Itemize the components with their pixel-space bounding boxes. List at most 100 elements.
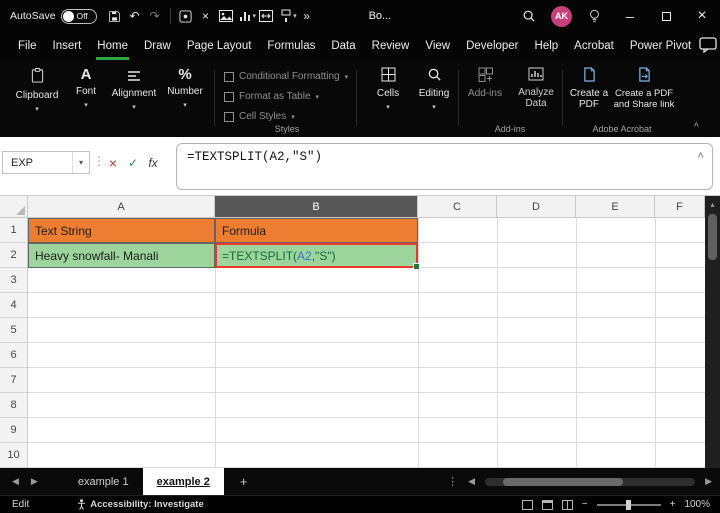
tab-help[interactable]: Help xyxy=(527,32,567,60)
tab-acrobat[interactable]: Acrobat xyxy=(566,32,622,60)
row-header-2[interactable]: 2 xyxy=(0,243,28,268)
page-layout-view-icon[interactable] xyxy=(541,499,553,510)
collapse-ribbon-icon[interactable]: ^ xyxy=(694,122,699,133)
accessibility-checker[interactable]: Accessibility: Investigate xyxy=(77,499,204,510)
insert-function-icon[interactable]: fx xyxy=(144,153,162,173)
cell-a1[interactable]: Text String xyxy=(28,218,215,243)
column-header-c[interactable]: C xyxy=(418,196,497,218)
alignment-icon xyxy=(127,67,141,85)
horizontal-scroll-thumb[interactable] xyxy=(503,477,624,486)
row-header-9[interactable]: 9 xyxy=(0,418,28,443)
autosave-toggle[interactable]: Off xyxy=(60,8,97,24)
add-ins-button[interactable]: Add-ins xyxy=(462,67,508,99)
picture-icon[interactable] xyxy=(216,5,236,27)
font-group-button[interactable]: A Font ▾ xyxy=(66,67,106,111)
comments-icon[interactable] xyxy=(699,36,717,56)
column-header-f[interactable]: F xyxy=(655,196,705,218)
create-pdf-button[interactable]: Create a PDF xyxy=(566,67,612,110)
column-header-a[interactable]: A xyxy=(28,196,215,218)
zoom-slider[interactable] xyxy=(596,499,661,510)
tab-draw[interactable]: Draw xyxy=(136,32,179,60)
tab-data[interactable]: Data xyxy=(323,32,363,60)
cancel-entry-icon[interactable]: × xyxy=(104,153,122,173)
merge-center-icon[interactable] xyxy=(256,5,276,27)
tab-page-layout[interactable]: Page Layout xyxy=(179,32,260,60)
cell-a2[interactable]: Heavy snowfall- Manali xyxy=(28,243,215,268)
sheet-tab-example-1[interactable]: example 1 xyxy=(64,468,143,495)
row-header-5[interactable]: 5 xyxy=(0,318,28,343)
sheet-tab-example-2[interactable]: example 2 xyxy=(142,468,224,495)
analyze-data-button[interactable]: Analyze Data xyxy=(510,67,562,109)
column-header-e[interactable]: E xyxy=(576,196,655,218)
clipboard-group-button[interactable]: Clipboard ▾ xyxy=(12,67,62,115)
cell-styles-button[interactable]: Cell Styles ▾ xyxy=(224,109,295,124)
document-title[interactable]: Bo... xyxy=(369,10,392,22)
redo-icon[interactable]: ↷ xyxy=(145,5,165,27)
column-header-b[interactable]: B xyxy=(215,196,418,218)
create-pdf-share-button[interactable]: Create a PDF and Share link xyxy=(612,67,676,110)
touch-mode-icon[interactable] xyxy=(176,5,196,27)
tab-developer[interactable]: Developer xyxy=(458,32,526,60)
new-sheet-icon[interactable]: + xyxy=(240,474,248,489)
more-commands-icon[interactable]: » xyxy=(297,5,317,27)
horizontal-scrollbar[interactable] xyxy=(485,477,696,486)
tab-insert[interactable]: Insert xyxy=(45,32,90,60)
row-header-1[interactable]: 1 xyxy=(0,218,28,243)
vertical-scrollbar[interactable]: ▴ xyxy=(705,196,720,468)
format-as-table-button[interactable]: Format as Table ▾ xyxy=(224,89,319,104)
row-header-8[interactable]: 8 xyxy=(0,393,28,418)
delete-cells-icon[interactable]: × xyxy=(196,5,216,27)
zoom-level[interactable]: 100% xyxy=(684,499,710,510)
confirm-entry-icon[interactable]: ✓ xyxy=(124,153,142,173)
cell-styles-label: Cell Styles xyxy=(239,111,287,122)
editing-group-button[interactable]: Editing ▾ xyxy=(412,67,456,113)
tab-file[interactable]: File xyxy=(10,32,45,60)
formula-input[interactable]: =TEXTSPLIT(A2,"S") ^ xyxy=(176,143,713,190)
cells-group-button[interactable]: Cells ▾ xyxy=(366,67,410,113)
tab-view[interactable]: View xyxy=(417,32,458,60)
zoom-in-icon[interactable]: + xyxy=(670,499,676,510)
sheet-nav-right-icon[interactable]: ▶ xyxy=(31,476,38,487)
column-header-d[interactable]: D xyxy=(497,196,576,218)
minimize-button[interactable]: – xyxy=(612,0,648,32)
lightbulb-icon[interactable] xyxy=(584,5,604,27)
tab-home[interactable]: Home xyxy=(89,32,136,60)
fill-handle[interactable] xyxy=(413,263,420,270)
collapse-formula-bar-icon[interactable]: ^ xyxy=(697,152,704,164)
number-group-button[interactable]: % Number ▾ xyxy=(162,67,208,111)
account-avatar[interactable]: AK xyxy=(551,5,572,27)
page-break-view-icon[interactable] xyxy=(561,499,573,510)
name-box[interactable]: EXP ▾ xyxy=(2,151,90,174)
row-header-7[interactable]: 7 xyxy=(0,368,28,393)
save-icon[interactable] xyxy=(105,5,125,27)
row-header-4[interactable]: 4 xyxy=(0,293,28,318)
hscroll-right-icon[interactable]: ▶ xyxy=(705,476,712,487)
row-header-10[interactable]: 10 xyxy=(0,443,28,468)
chevron-down-icon[interactable]: ▾ xyxy=(73,158,89,167)
alignment-group-button[interactable]: Alignment ▾ xyxy=(108,67,160,113)
cell-b2-editing[interactable]: =TEXTSPLIT( A2 ,"S") xyxy=(215,243,420,270)
select-all-corner[interactable] xyxy=(0,196,28,218)
sheet-nav-left-icon[interactable]: ◀ xyxy=(12,476,19,487)
clipboard-label: Clipboard xyxy=(15,90,59,101)
row-header-3[interactable]: 3 xyxy=(0,268,28,293)
close-button[interactable]: × xyxy=(684,0,720,32)
tab-power-pivot[interactable]: Power Pivot xyxy=(622,32,699,60)
hscroll-left-icon[interactable]: ◀ xyxy=(468,476,475,487)
vertical-scroll-thumb[interactable] xyxy=(708,214,717,260)
titlebar-right-cluster: AK – × xyxy=(519,0,720,32)
normal-view-icon[interactable] xyxy=(521,499,533,510)
tab-formulas[interactable]: Formulas xyxy=(259,32,323,60)
zoom-out-icon[interactable]: − xyxy=(582,499,588,510)
cell-b1[interactable]: Formula xyxy=(215,218,418,243)
search-icon[interactable] xyxy=(519,5,539,27)
conditional-formatting-button[interactable]: Conditional Formatting ▾ xyxy=(224,69,348,84)
zoom-slider-thumb[interactable] xyxy=(625,499,631,510)
column-headers: A B C D E F xyxy=(0,196,705,218)
maximize-button[interactable] xyxy=(648,0,684,32)
row-header-6[interactable]: 6 xyxy=(0,343,28,368)
tab-review[interactable]: Review xyxy=(364,32,418,60)
scrollbar-handle-icon[interactable]: ⋮ xyxy=(447,475,458,488)
undo-icon[interactable]: ↶ xyxy=(125,5,145,27)
scroll-up-icon[interactable]: ▴ xyxy=(705,196,720,209)
